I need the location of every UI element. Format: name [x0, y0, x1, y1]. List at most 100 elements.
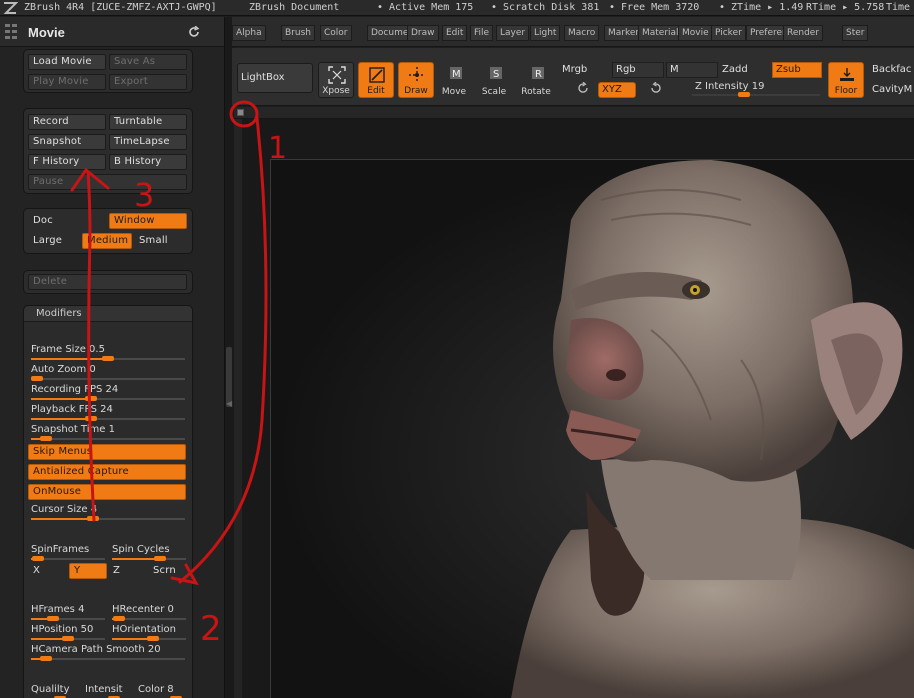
- large-button[interactable]: Large: [28, 233, 80, 249]
- backface-button[interactable]: Backfac: [868, 62, 914, 78]
- modifier-slider[interactable]: Auto Zoom 0: [31, 364, 185, 382]
- quality-slider[interactable]: Qualilty: [31, 684, 79, 698]
- scratch-disk: • Scratch Disk 381: [491, 2, 600, 13]
- scale-label: Scale: [481, 87, 507, 97]
- menu-file[interactable]: File: [470, 25, 494, 41]
- refresh-icon[interactable]: [188, 26, 200, 38]
- sync-right-icon[interactable]: [650, 82, 662, 94]
- modifier-slider-knob[interactable]: [31, 376, 43, 381]
- menu-brush[interactable]: Brush: [281, 25, 315, 41]
- axis-scrn-button[interactable]: Scrn: [148, 563, 186, 579]
- hrecenter-knob[interactable]: [113, 616, 126, 621]
- onmouse-button[interactable]: OnMouse: [28, 484, 186, 500]
- xpose-button[interactable]: Xpose: [318, 62, 354, 98]
- rtime: RTime ▸ 5.758: [806, 2, 885, 13]
- canvas-corner-handle[interactable]: [237, 109, 244, 116]
- menu-light[interactable]: Light: [530, 25, 561, 41]
- b-history-button[interactable]: B History: [109, 154, 187, 170]
- hframes-knob[interactable]: [47, 616, 60, 621]
- axis-y-button[interactable]: Y: [69, 563, 107, 579]
- scale-button[interactable]: S Scale: [476, 62, 512, 98]
- axis-x-button[interactable]: X: [28, 563, 64, 579]
- modifier-slider-knob[interactable]: [102, 356, 114, 361]
- color-slider[interactable]: Color 8: [138, 684, 186, 698]
- save-as-button[interactable]: Save As: [109, 54, 187, 70]
- menu-render[interactable]: Render: [783, 25, 824, 41]
- z-intensity-knob[interactable]: [738, 92, 750, 97]
- modifier-slider[interactable]: Playback FPS 24: [31, 404, 185, 422]
- turntable-button[interactable]: Turntable: [109, 114, 187, 130]
- move-button[interactable]: M Move: [436, 62, 472, 98]
- hposition-label: HPosition 50: [31, 624, 94, 635]
- rgb-button[interactable]: Rgb: [612, 62, 664, 78]
- menu-movie[interactable]: Movie: [678, 25, 713, 41]
- menu-material[interactable]: Material: [638, 25, 683, 41]
- menu-layer[interactable]: Layer: [496, 25, 530, 41]
- palette-scrollbar[interactable]: ◀: [224, 17, 234, 698]
- menu-edit[interactable]: Edit: [442, 25, 468, 41]
- menu-draw[interactable]: Draw: [407, 25, 439, 41]
- rotate-button[interactable]: R Rotate: [518, 62, 554, 98]
- zadd-button[interactable]: Zadd: [718, 62, 770, 78]
- collapse-arrow-icon[interactable]: ◀: [226, 399, 232, 408]
- modifier-slider[interactable]: Recording FPS 24: [31, 384, 185, 402]
- menu-macro[interactable]: Macro: [564, 25, 600, 41]
- sync-left-icon[interactable]: [577, 82, 589, 94]
- cursor-size-slider[interactable]: Cursor Size 4: [31, 504, 185, 522]
- lightbox-button[interactable]: LightBox: [237, 63, 313, 93]
- grip-icon[interactable]: [5, 24, 18, 40]
- hcamera-path-slider[interactable]: HCamera Path Smooth 20: [31, 644, 185, 662]
- record-group: Record Turntable Snapshot TimeLapse F Hi…: [23, 108, 193, 194]
- floor-button[interactable]: Floor: [828, 62, 864, 98]
- modifier-slider[interactable]: Frame Size 0.5: [31, 344, 185, 362]
- modifier-slider-knob[interactable]: [40, 436, 53, 441]
- xyz-button[interactable]: XYZ: [598, 82, 636, 98]
- document-viewport[interactable]: [270, 159, 914, 698]
- modifier-slider-knob[interactable]: [85, 396, 98, 401]
- z-intensity-slider[interactable]: Z Intensity 19: [692, 81, 820, 99]
- antialiased-capture-button[interactable]: Antialized Capture: [28, 464, 186, 480]
- intensity-slider[interactable]: Intensit: [85, 684, 133, 698]
- mrgb-button[interactable]: Mrgb: [558, 62, 610, 78]
- menu-alpha[interactable]: Alpha: [232, 25, 266, 41]
- cursor-size-knob[interactable]: [86, 516, 99, 521]
- skip-menus-button[interactable]: Skip Menus: [28, 444, 186, 460]
- spinframes-knob[interactable]: [32, 556, 45, 561]
- menu-color[interactable]: Color: [320, 25, 352, 41]
- hposition-slider[interactable]: HPosition 50: [31, 624, 105, 642]
- m-button[interactable]: M: [666, 62, 718, 78]
- record-button[interactable]: Record: [28, 114, 106, 130]
- menu-ster[interactable]: Ster: [842, 25, 869, 41]
- load-movie-button[interactable]: Load Movie: [28, 54, 106, 70]
- modifiers-header[interactable]: Modifiers: [24, 306, 192, 322]
- draw-button[interactable]: Draw: [398, 62, 434, 98]
- spin-cycles-slider[interactable]: Spin Cycles: [112, 544, 186, 562]
- f-history-button[interactable]: F History: [28, 154, 106, 170]
- play-movie-button[interactable]: Play Movie: [28, 74, 106, 90]
- hcamera-path-knob[interactable]: [40, 656, 53, 661]
- medium-button[interactable]: Medium: [82, 233, 132, 249]
- timelapse-button[interactable]: TimeLapse: [109, 134, 187, 150]
- hrecenter-slider[interactable]: HRecenter 0: [112, 604, 186, 622]
- pause-button[interactable]: Pause: [28, 174, 187, 190]
- zsub-button[interactable]: Zsub: [772, 62, 822, 78]
- hframes-slider[interactable]: HFrames 4: [31, 604, 105, 622]
- modifier-slider-knob[interactable]: [85, 416, 98, 421]
- scrollbar-thumb[interactable]: [226, 347, 232, 407]
- spinframes-slider[interactable]: SpinFrames: [31, 544, 105, 562]
- axis-z-button[interactable]: Z: [108, 563, 144, 579]
- doc-button[interactable]: Doc: [28, 213, 106, 229]
- snapshot-button[interactable]: Snapshot: [28, 134, 106, 150]
- hposition-knob[interactable]: [62, 636, 74, 641]
- cavity-button[interactable]: CavityM: [868, 82, 914, 98]
- menu-picker[interactable]: Picker: [711, 25, 746, 41]
- modifier-slider[interactable]: Snapshot Time 1: [31, 424, 185, 442]
- horientation-slider[interactable]: HOrientation: [112, 624, 186, 642]
- window-button[interactable]: Window: [109, 213, 187, 229]
- small-button[interactable]: Small: [134, 233, 187, 249]
- spin-cycles-knob[interactable]: [154, 556, 167, 561]
- export-button[interactable]: Export: [109, 74, 187, 90]
- edit-button[interactable]: Edit: [358, 62, 394, 98]
- horientation-knob[interactable]: [146, 636, 159, 641]
- delete-button[interactable]: Delete: [28, 274, 187, 290]
